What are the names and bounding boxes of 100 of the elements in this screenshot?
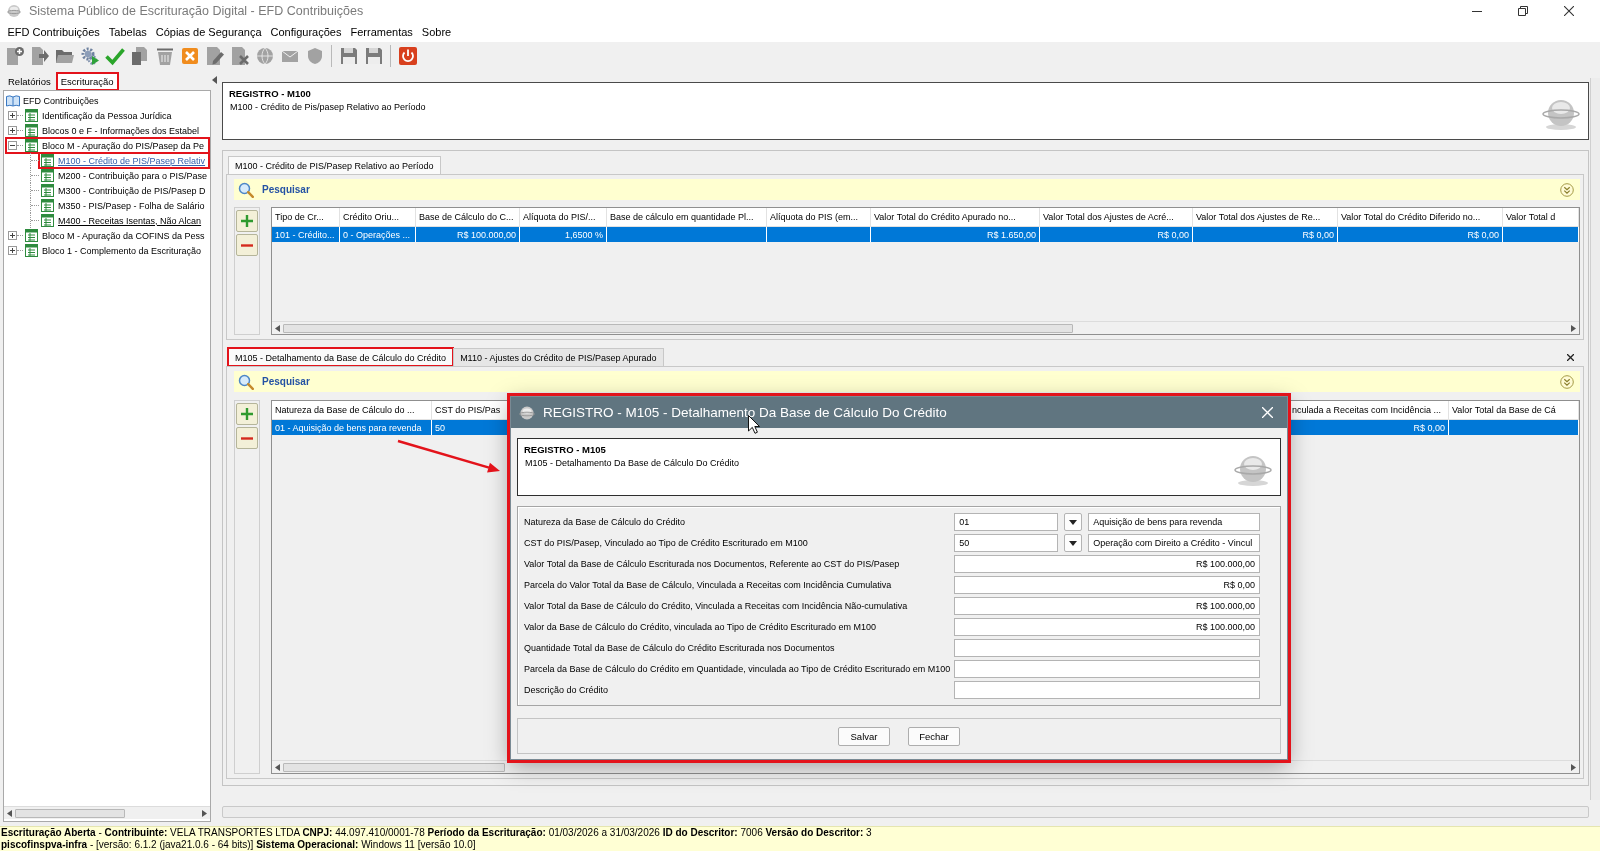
left-arrow-icon[interactable]: [7, 809, 12, 817]
tab[interactable]: M110 - Ajustes do Crédito de PIS/Pasep Apurado: [453, 348, 664, 366]
input-field[interactable]: [954, 660, 1260, 678]
table-icon: [25, 244, 38, 257]
documents-icon: [129, 46, 150, 66]
add-button[interactable]: [236, 210, 258, 232]
mouse-pointer-icon: [748, 415, 760, 434]
tree-item[interactable]: Bloco 1 - Complemento da Escrituração: [6, 243, 209, 258]
field-label: Natureza da Base de Cálculo do Crédito: [524, 517, 687, 527]
input-field[interactable]: [954, 681, 1260, 699]
restore-icon: [1518, 6, 1528, 16]
tree-item[interactable]: M100 - Crédito de PIS/Pasep Relativ: [39, 153, 209, 168]
document-arrow-icon: [29, 46, 50, 66]
tree-item[interactable]: M200 - Contribuição para o PIS/Pase: [39, 168, 209, 183]
tree-item[interactable]: M400 - Receitas Isentas, Não Alcan: [39, 213, 209, 228]
checkmark-icon: [104, 46, 125, 66]
expand-icon[interactable]: [8, 111, 17, 120]
remove-button[interactable]: [236, 234, 258, 256]
menu-item[interactable]: Configurações: [266, 26, 346, 38]
expand-icon[interactable]: [8, 126, 17, 135]
table-icon: [25, 124, 38, 137]
dropdown-button[interactable]: [1064, 513, 1083, 531]
tree-item[interactable]: EFD Contribuições: [22, 95, 100, 106]
remove-button[interactable]: [236, 427, 258, 449]
floppy-icon: [363, 46, 384, 66]
description-field[interactable]: Aquisição de bens para revenda: [1088, 513, 1260, 531]
minus-icon: [241, 436, 253, 440]
table-icon: [41, 154, 54, 167]
tab[interactable]: M105 - Detalhamento da Base de Cálculo do Crédito: [228, 348, 454, 366]
right-arrow-icon[interactable]: [1571, 324, 1576, 332]
collapse-icon[interactable]: [8, 141, 17, 150]
table-cell: R$ 100.000,00: [416, 227, 520, 242]
field-label: Quantidade Total da Base de Cálculo do Crédito Escriturada nos Documentos: [524, 643, 836, 653]
close-icon[interactable]: [1567, 353, 1574, 361]
tab[interactable]: Relatórios: [4, 73, 55, 90]
right-arrow-icon[interactable]: [1571, 763, 1576, 771]
status-text: Escrituração Aberta - Contribuinte: VELA TRANSPORTES LTDA CNPJ: 44.097.410/0001-78 Período da Escrituração: 01/03/2026 a 31/03/2026 ID do Descritor: 7006 Versão do Descritor: 3: [1, 827, 872, 839]
plus-icon: [241, 215, 253, 227]
input-field[interactable]: R$ 100.000,00: [954, 555, 1260, 573]
dropdown-button[interactable]: [1064, 534, 1083, 552]
horizontal-scrollbar[interactable]: [222, 806, 1589, 818]
document-plus-icon: [4, 46, 25, 66]
table-cell: R$ 0,00: [1338, 227, 1503, 242]
tree-item[interactable]: M300 - Contribuição de PIS/Pasep D: [39, 183, 209, 198]
field-label: Valor da Base de Cálculo do Crédito, vinculada ao Tipo de Crédito Escriturado em M100: [524, 622, 878, 632]
menu-item[interactable]: Sobre: [417, 26, 456, 38]
input-field[interactable]: R$ 0,00: [954, 576, 1260, 594]
book-icon: [6, 94, 20, 107]
vertical-scrollbar[interactable]: [1590, 78, 1600, 800]
field-label: Descrição do Crédito: [524, 685, 610, 695]
double-chevron-icon[interactable]: [1560, 374, 1574, 389]
field-label: Valor Total da Base de Cálculo Escriturada nos Documentos, Referente ao CST do PIS/Pasep: [524, 559, 901, 569]
tree-item[interactable]: Bloco M - Apuração da COFINS da Pess: [6, 228, 209, 243]
menu-item[interactable]: Ferramentas: [346, 26, 418, 38]
close-button[interactable]: Fechar: [908, 726, 960, 746]
table-row[interactable]: 101 - Crédito... 0 - Operações ... R$ 100.000,00 1,6500 % R$ 1.650,00 R$ 0,00 R$ 0,00 R$ 0,00: [272, 227, 1579, 242]
left-arrow-icon[interactable]: [275, 763, 280, 771]
floppy-icon: [338, 46, 359, 66]
input-field[interactable]: R$ 100.000,00: [954, 618, 1260, 636]
tab[interactable]: M100 - Crédito de PIS/Pasep Relativo ao Período: [228, 156, 441, 174]
minimize-icon: [1472, 10, 1482, 12]
tree-item[interactable]: Bloco M - Apuração do PIS/Pasep da Pe: [6, 138, 209, 153]
table-icon: [25, 139, 38, 152]
code-field[interactable]: 01: [954, 513, 1059, 531]
scrollbar-thumb[interactable]: [15, 808, 125, 818]
input-field[interactable]: R$ 100.000,00: [954, 597, 1260, 615]
double-chevron-icon[interactable]: [1560, 182, 1574, 197]
table-cell: 0 - Operações ...: [340, 227, 416, 242]
record-title: REGISTRO - M105: [524, 444, 606, 455]
tree-item[interactable]: M350 - PIS/Pasep - Folha de Salário: [39, 198, 209, 213]
menu-item[interactable]: EFD Contribuições: [3, 26, 105, 38]
input-field[interactable]: [954, 639, 1260, 657]
status-text: piscofinspva-infra - [versão: 6.1.2 (java21.0.6 - 64 bits)] Sistema Operacional: Windows 11 [versão 10.0]: [1, 839, 476, 851]
expand-icon[interactable]: [8, 246, 17, 255]
code-field[interactable]: 50: [954, 534, 1059, 552]
scrollbar-thumb[interactable]: [283, 762, 505, 772]
description-field[interactable]: Operação com Direito a Crédito - Vincul: [1088, 534, 1260, 552]
horizontal-scrollbar[interactable]: [272, 321, 1579, 334]
tab[interactable]: Escrituração: [56, 73, 118, 90]
app-icon: [519, 404, 535, 421]
scrollbar-thumb[interactable]: [283, 323, 1073, 333]
search-link[interactable]: Pesquisar: [262, 376, 310, 387]
search-link[interactable]: Pesquisar: [262, 184, 310, 195]
plus-icon: [241, 408, 253, 420]
right-arrow-icon[interactable]: [202, 809, 207, 817]
table-cell: R$ 0,00: [1040, 227, 1193, 242]
search-icon: [238, 373, 254, 390]
expand-icon[interactable]: [8, 231, 17, 240]
collapse-arrow-icon[interactable]: [211, 76, 217, 84]
menu-item[interactable]: Tabelas: [104, 26, 152, 38]
bin-icon: [154, 46, 175, 66]
menu-item[interactable]: Cópias de Segurança: [151, 26, 267, 38]
gears-icon: [79, 46, 100, 66]
left-arrow-icon[interactable]: [275, 324, 280, 332]
tree-item[interactable]: Blocos 0 e F - Informações dos Estabel: [6, 123, 209, 138]
field-label: Parcela da Base de Cálculo do Crédito em Quantidade, vinculada ao Tipo de Crédito Escriturado em M100: [524, 664, 951, 674]
save-button[interactable]: Salvar: [838, 726, 890, 746]
tree-item[interactable]: Identificação da Pessoa Jurídica: [6, 108, 209, 123]
horizontal-scrollbar[interactable]: [4, 806, 210, 819]
add-button[interactable]: [236, 403, 258, 425]
